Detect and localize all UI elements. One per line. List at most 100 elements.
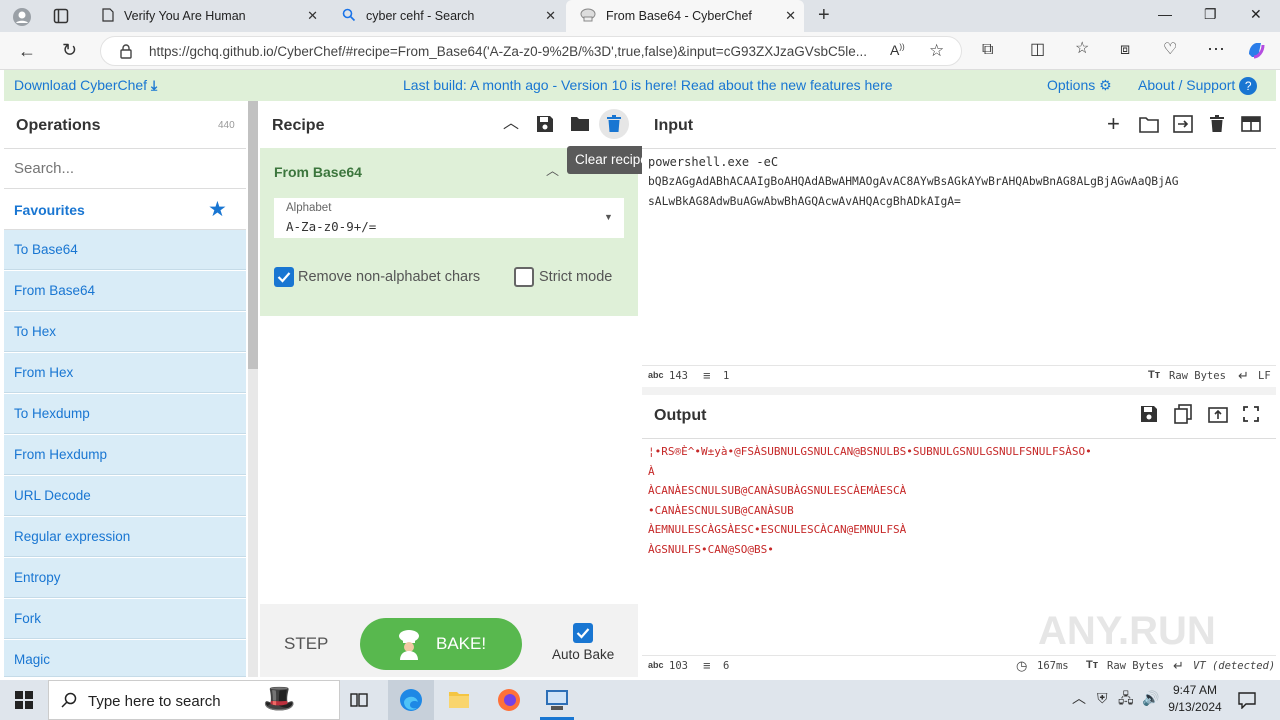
open-file-icon[interactable] xyxy=(1173,115,1193,137)
minimize-icon[interactable]: — xyxy=(1158,6,1172,22)
lines-icon: ≡ xyxy=(703,658,711,673)
collapse-operation-icon[interactable]: ︿ xyxy=(546,164,559,177)
input-encoding[interactable]: Raw Bytes xyxy=(1169,370,1226,382)
download-cyberchef-link[interactable]: Download CyberChef ⤓ xyxy=(14,77,157,94)
output-line-3: ÀCANÀESCNULSUB@CANÀSUBÀGSNULESCÀEMÀESCÀ xyxy=(648,484,907,497)
split-screen-icon[interactable]: ◫ xyxy=(1030,42,1045,58)
op-to-hex[interactable]: To Hex xyxy=(4,312,246,352)
replace-input-icon[interactable] xyxy=(1208,405,1228,427)
clear-input-icon[interactable] xyxy=(1209,115,1225,137)
op-to-base64[interactable]: To Base64 xyxy=(4,230,246,270)
copy-output-icon[interactable] xyxy=(1174,404,1192,428)
extensions-icon[interactable]: ⧉ xyxy=(982,42,993,58)
security-icon[interactable]: ⛨ xyxy=(1097,691,1108,705)
screen: Verify You Are Human ✕ cyber cehf - Sear… xyxy=(0,0,1280,720)
strict-mode-checkbox[interactable] xyxy=(514,267,534,287)
search-highlight-icon: 🎩 xyxy=(263,683,296,713)
operations-search-input[interactable] xyxy=(4,149,246,189)
op-from-hex[interactable]: From Hex xyxy=(4,353,246,393)
op-url-decode[interactable]: URL Decode xyxy=(4,476,246,516)
search-icon xyxy=(61,692,77,712)
op-regular-expression[interactable]: Regular expression xyxy=(4,517,246,557)
url-field[interactable]: https://gchq.github.io/CyberChef/#recipe… xyxy=(100,36,962,66)
app-taskbar-icon[interactable] xyxy=(534,680,580,720)
alphabet-select[interactable]: Alphabet A-Za-z0-9+/= ▼ xyxy=(274,198,624,238)
clock-time: 9:47 AM xyxy=(1172,683,1218,697)
taskbar-search-box[interactable]: Type here to search 🎩 xyxy=(48,680,340,720)
tab-search[interactable]: cyber cehf - Search ✕ xyxy=(328,0,564,32)
tab-cyberchef[interactable]: From Base64 - CyberChef ✕ xyxy=(566,0,804,32)
copilot-icon[interactable] xyxy=(1246,40,1266,64)
clock-date: 9/13/2024 xyxy=(1168,700,1222,714)
maximize-output-icon[interactable] xyxy=(1243,406,1259,426)
input-status-bar: abc 143 ≡ 1 Tт Raw Bytes ↵ LF xyxy=(642,365,1276,387)
windows-start-icon[interactable] xyxy=(15,691,33,713)
op-to-hexdump[interactable]: To Hexdump xyxy=(4,394,246,434)
op-from-base64[interactable]: From Base64 xyxy=(4,271,246,311)
close-window-icon[interactable]: ✕ xyxy=(1250,6,1262,23)
resize-gutter[interactable] xyxy=(642,387,1276,395)
op-entropy[interactable]: Entropy xyxy=(4,558,246,598)
remove-non-alphabet-checkbox[interactable] xyxy=(274,267,294,287)
help-icon: ? xyxy=(1239,77,1258,95)
lock-icon[interactable] xyxy=(119,43,133,63)
close-tab-icon[interactable]: ✕ xyxy=(545,8,556,24)
profile-icon[interactable] xyxy=(12,7,32,31)
load-recipe-icon[interactable] xyxy=(570,115,590,136)
operation-name: From Base64 xyxy=(274,164,362,180)
read-aloud-icon[interactable]: A)) xyxy=(890,43,905,57)
firefox-icon[interactable] xyxy=(497,688,521,716)
chevron-up-icon[interactable]: ︿ xyxy=(1072,691,1086,705)
network-icon[interactable]: 🖧 xyxy=(1118,691,1134,705)
op-fork[interactable]: Fork xyxy=(4,599,246,639)
about-support-link[interactable]: About / Support ? xyxy=(1138,77,1258,95)
restore-icon[interactable]: ❐ xyxy=(1204,6,1217,23)
refresh-icon[interactable]: ↻ xyxy=(62,41,77,59)
close-tab-icon[interactable]: ✕ xyxy=(785,8,796,24)
operations-scrollbar[interactable] xyxy=(248,101,258,677)
collapse-all-icon[interactable]: ︿ xyxy=(503,116,519,132)
add-tab-icon[interactable]: + xyxy=(1107,113,1120,135)
save-output-icon[interactable] xyxy=(1140,405,1158,427)
back-icon[interactable]: ← xyxy=(18,42,36,60)
open-folder-icon[interactable] xyxy=(1139,116,1159,137)
op-magic[interactable]: Magic xyxy=(4,640,246,677)
input-textarea[interactable]: powershell.exe -eC bQBzAGgAdABhACAAIgBoA… xyxy=(642,149,1276,367)
browser-essentials-icon[interactable]: ♡ xyxy=(1163,42,1177,58)
auto-bake-checkbox[interactable] xyxy=(573,623,593,643)
input-eol[interactable]: LF xyxy=(1258,370,1271,382)
edge-taskbar-icon[interactable] xyxy=(388,680,434,720)
clear-recipe-button[interactable] xyxy=(599,109,629,139)
text-encoding-icon: Tт xyxy=(1086,659,1099,671)
output-eol[interactable]: VT (detected) xyxy=(1193,660,1275,672)
eol-icon: ↵ xyxy=(1173,658,1184,673)
scrollbar-thumb[interactable] xyxy=(248,101,258,369)
options-link[interactable]: Options ⚙ xyxy=(1047,77,1112,94)
favourites-category[interactable]: Favourites ★ xyxy=(4,190,246,230)
volume-icon[interactable]: 🔊 xyxy=(1142,691,1159,705)
output-char-count: 103 xyxy=(669,660,688,672)
save-recipe-icon[interactable] xyxy=(536,115,554,137)
notifications-icon[interactable] xyxy=(1238,691,1256,713)
file-explorer-icon[interactable] xyxy=(448,689,470,713)
tab-actions-icon[interactable] xyxy=(53,8,69,28)
output-title: Output xyxy=(654,407,707,424)
close-tab-icon[interactable]: ✕ xyxy=(307,8,318,24)
output-line-1: ¦•RS®È^•W±yà•@FSÀSUBNULGSNULCAN@BSNULBS•… xyxy=(648,445,1092,458)
layout-icon[interactable] xyxy=(1241,116,1261,136)
step-button[interactable]: STEP xyxy=(284,634,328,654)
tab-verify[interactable]: Verify You Are Human ✕ xyxy=(88,0,326,32)
version-notice-link[interactable]: Last build: A month ago - Version 10 is … xyxy=(403,77,893,93)
output-encoding[interactable]: Raw Bytes xyxy=(1107,660,1164,672)
alphabet-label: Alphabet xyxy=(286,202,332,214)
task-view-icon[interactable] xyxy=(350,691,368,713)
chevron-down-icon: ▼ xyxy=(604,212,613,222)
bake-button[interactable]: BAKE! xyxy=(360,618,522,670)
collections-icon[interactable]: ⧈ xyxy=(1120,42,1130,58)
op-from-hexdump[interactable]: From Hexdump xyxy=(4,435,246,475)
taskbar-clock[interactable]: 9:47 AM 9/13/2024 xyxy=(1163,683,1227,714)
favorites-icon[interactable]: ☆ xyxy=(1075,41,1089,57)
favorite-star-icon[interactable]: ☆ xyxy=(929,42,944,59)
more-menu-icon[interactable]: ⋯ xyxy=(1207,40,1225,58)
new-tab-icon[interactable]: + xyxy=(818,5,830,25)
